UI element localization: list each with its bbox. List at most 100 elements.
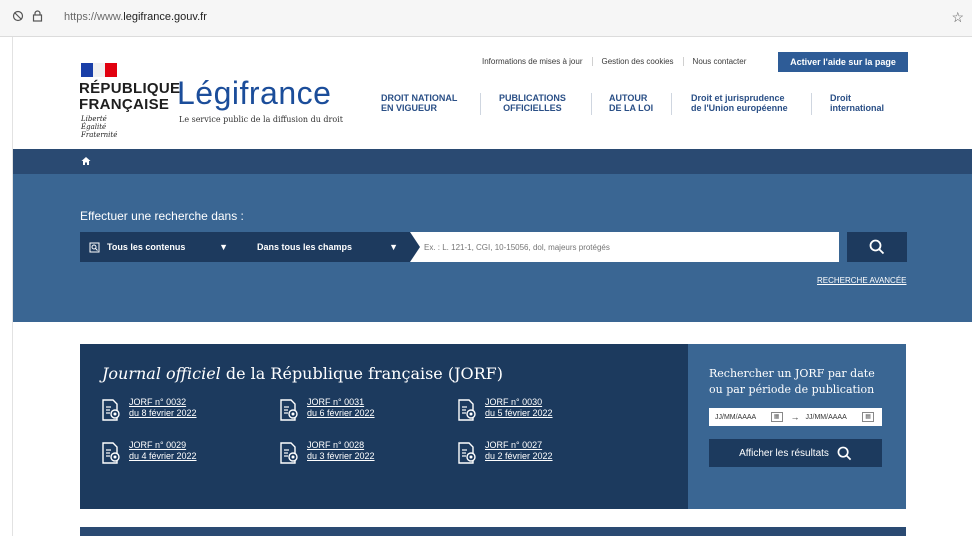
rf-title-line2: FRANÇAISE — [79, 96, 170, 113]
nav-international-l1: Droit — [830, 93, 851, 103]
jorf-item[interactable]: JORF n° 0027 du 2 février 2022 — [458, 440, 553, 464]
jorf-number: JORF n° 0031 — [307, 397, 365, 407]
breadcrumb — [13, 149, 972, 174]
journal-document-icon — [102, 399, 120, 421]
jorf-date-search-title-l2: ou par période de publication — [709, 383, 875, 396]
nav-droit-national[interactable]: DROIT NATIONAL EN VIGUEUR — [381, 93, 457, 113]
browser-toolbar: https://www.legifrance.gouv.fr ☆ — [0, 0, 972, 37]
nav-publications-officielles[interactable]: PUBLICATIONS OFFICIELLES — [499, 93, 566, 113]
jorf-title-italic: Journal officiel — [102, 364, 221, 383]
jorf-item[interactable]: JORF n° 0031 du 6 février 2022 — [280, 397, 375, 421]
search-section: Effectuer une recherche dans : Tous les … — [13, 174, 972, 322]
link-gestion-cookies[interactable]: Gestion des cookies — [591, 57, 683, 66]
nav-separator — [671, 93, 672, 115]
journal-document-icon — [458, 399, 476, 421]
jorf-item[interactable]: JORF n° 0029 du 4 février 2022 — [102, 440, 197, 464]
jorf-date: du 5 février 2022 — [485, 408, 553, 418]
star-icon[interactable]: ☆ — [951, 9, 964, 26]
nav-ue-l1: Droit et jurisprudence — [691, 93, 785, 103]
nav-publications-l1: PUBLICATIONS — [499, 93, 566, 103]
tracking-protection-icon[interactable] — [12, 10, 24, 22]
scope-select-value: Tous les contenus — [107, 242, 186, 252]
select-divider-arrow — [410, 232, 420, 262]
republique-francaise-title[interactable]: RÉPUBLIQUE FRANÇAISE — [79, 81, 180, 113]
jorf-number: JORF n° 0030 — [485, 397, 543, 407]
search-button[interactable] — [847, 232, 907, 262]
site-header: RÉPUBLIQUE FRANÇAISE Liberté Égalité Fra… — [13, 37, 972, 149]
jorf-date: du 4 février 2022 — [129, 451, 197, 461]
motto-egalite: Égalité — [81, 123, 107, 131]
journal-document-icon — [280, 399, 298, 421]
nav-autour-l2: DE LA LOI — [609, 103, 654, 113]
nav-international-l2: international — [830, 103, 885, 113]
link-mises-a-jour[interactable]: Informations de mises à jour — [473, 57, 592, 66]
show-results-label: Afficher les résultats — [739, 447, 829, 459]
activate-help-button[interactable]: Activer l'aide sur la page — [778, 52, 908, 72]
document-search-icon — [89, 242, 100, 252]
nav-separator — [480, 93, 481, 115]
url-domain: legifrance.gouv.fr — [123, 11, 207, 23]
jorf-date: du 8 février 2022 — [129, 408, 197, 418]
lock-icon[interactable] — [32, 10, 43, 22]
jorf-item[interactable]: JORF n° 0028 du 3 février 2022 — [280, 440, 375, 464]
field-select[interactable]: Dans tous les champs ▼ — [240, 232, 410, 262]
jorf-date-search-title: Rechercher un JORF par date ou par pério… — [709, 366, 875, 398]
legifrance-logo[interactable]: Légifrance — [177, 75, 331, 112]
nav-separator — [591, 93, 592, 115]
republic-motto: Liberté Égalité Fraternité — [81, 115, 117, 139]
chevron-down-icon: ▼ — [389, 242, 398, 252]
jorf-number: JORF n° 0029 — [129, 440, 187, 450]
jorf-number: JORF n° 0027 — [485, 440, 543, 450]
marianne-flag-logo — [81, 63, 117, 77]
journal-document-icon — [102, 442, 120, 464]
nav-separator — [811, 93, 812, 115]
scope-select[interactable]: Tous les contenus ▼ — [80, 232, 240, 262]
calendar-icon[interactable]: ▦ — [770, 412, 783, 422]
brand-subtitle: Le service public de la diffusion du dro… — [179, 115, 343, 124]
jorf-number: JORF n° 0028 — [307, 440, 365, 450]
nav-autour-l1: AUTOUR — [609, 93, 648, 103]
nav-droit-international[interactable]: Droit international — [830, 93, 884, 113]
arrow-right-icon: → — [790, 412, 800, 422]
url-prefix: https://www. — [64, 11, 124, 23]
nav-ue-l2: de l'Union européenne — [691, 103, 788, 113]
search-icon — [837, 446, 852, 460]
rf-title-line1: RÉPUBLIQUE — [79, 80, 181, 97]
nav-droit-national-l2: EN VIGUEUR — [381, 103, 438, 113]
jorf-date-search: Rechercher un JORF par date ou par pério… — [688, 344, 906, 509]
search-icon — [869, 239, 885, 255]
jorf-date: du 2 février 2022 — [485, 451, 553, 461]
motto-fraternite: Fraternité — [81, 131, 118, 139]
jorf-title-rest: de la République française (JORF) — [220, 364, 504, 383]
journal-document-icon — [458, 442, 476, 464]
page: RÉPUBLIQUE FRANÇAISE Liberté Égalité Fra… — [12, 37, 972, 536]
jorf-number: JORF n° 0032 — [129, 397, 187, 407]
address-bar[interactable]: https://www.legifrance.gouv.fr — [64, 11, 207, 23]
nav-publications-l2: OFFICIELLES — [503, 103, 562, 113]
jorf-date: du 3 février 2022 — [307, 451, 375, 461]
nav-droit-national-l1: DROIT NATIONAL — [381, 93, 458, 103]
date-to-input[interactable]: JJ/MM/AAAA — [806, 414, 863, 421]
nav-droit-union-europeenne[interactable]: Droit et jurisprudence de l'Union europé… — [691, 93, 788, 113]
jorf-section: Journal officiel de la République frança… — [80, 344, 688, 509]
journal-document-icon — [280, 442, 298, 464]
home-icon[interactable] — [81, 156, 91, 166]
advanced-search-link[interactable]: RECHERCHE AVANCÉE — [817, 276, 907, 285]
jorf-item[interactable]: JORF n° 0030 du 5 février 2022 — [458, 397, 553, 421]
search-bar: Tous les contenus ▼ Dans tous les champs… — [80, 232, 907, 262]
link-nous-contacter[interactable]: Nous contacter — [682, 57, 756, 66]
motto-liberte: Liberté — [81, 115, 107, 123]
jorf-date-search-title-l1: Rechercher un JORF par date — [709, 367, 875, 380]
date-from-input[interactable]: JJ/MM/AAAA — [709, 414, 771, 421]
next-section-edge — [80, 527, 906, 536]
chevron-down-icon: ▼ — [219, 242, 228, 252]
search-input[interactable] — [410, 232, 839, 262]
calendar-icon[interactable]: ▦ — [862, 412, 875, 422]
jorf-title: Journal officiel de la République frança… — [102, 364, 503, 383]
show-results-button[interactable]: Afficher les résultats — [709, 439, 882, 467]
nav-autour-de-la-loi[interactable]: AUTOUR DE LA LOI — [609, 93, 653, 113]
date-range: JJ/MM/AAAA ▦ → JJ/MM/AAAA ▦ — [709, 408, 882, 426]
search-label: Effectuer une recherche dans : — [80, 209, 244, 223]
jorf-item[interactable]: JORF n° 0032 du 8 février 2022 — [102, 397, 197, 421]
field-select-value: Dans tous les champs — [257, 242, 353, 252]
